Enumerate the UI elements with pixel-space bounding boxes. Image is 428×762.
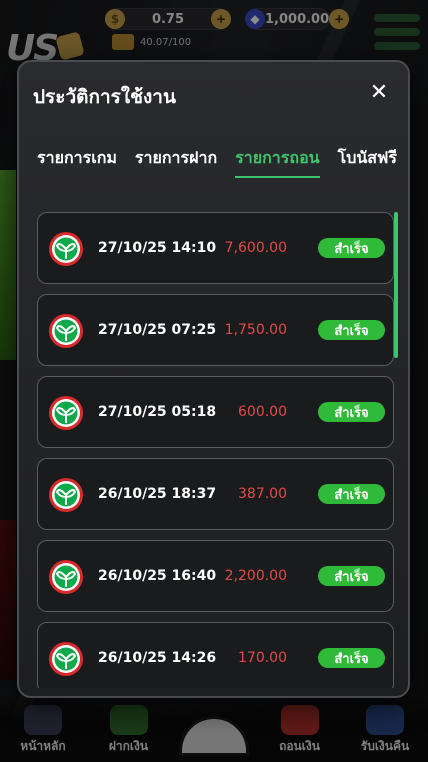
transaction-list[interactable]: 27/10/25 14:10 7,600.00 สำเร็จ 27/10/25 … xyxy=(37,212,397,688)
status-badge: สำเร็จ xyxy=(318,648,385,668)
status-badge: สำเร็จ xyxy=(318,484,385,504)
list-item[interactable]: 27/10/25 05:18 600.00 สำเร็จ xyxy=(37,376,394,448)
transaction-amount: 170.00 xyxy=(238,650,287,666)
list-scrollbar[interactable] xyxy=(394,212,398,688)
kbank-icon xyxy=(49,560,83,594)
list-item[interactable]: 26/10/25 18:37 387.00 สำเร็จ xyxy=(37,458,394,530)
transaction-amount: 387.00 xyxy=(238,486,287,502)
status-badge: สำเร็จ xyxy=(318,402,385,422)
transaction-amount: 2,200.00 xyxy=(224,568,287,584)
list-item[interactable]: 26/10/25 14:26 170.00 สำเร็จ xyxy=(37,622,394,688)
modal-title: ประวัติการใช้งาน xyxy=(33,86,176,108)
history-tabs: รายการเกม รายการฝาก รายการถอน โบนัสฟรี xyxy=(37,146,397,182)
close-icon[interactable]: ✕ xyxy=(368,82,390,104)
tab-games[interactable]: รายการเกม xyxy=(37,146,117,171)
kbank-icon xyxy=(49,314,83,348)
status-badge: สำเร็จ xyxy=(318,238,385,258)
list-item[interactable]: 27/10/25 14:10 7,600.00 สำเร็จ xyxy=(37,212,394,284)
kbank-icon xyxy=(49,232,83,266)
list-item[interactable]: 26/10/25 16:40 2,200.00 สำเร็จ xyxy=(37,540,394,612)
kbank-icon xyxy=(49,642,83,676)
transaction-amount: 7,600.00 xyxy=(224,240,287,256)
kbank-icon xyxy=(49,396,83,430)
tab-deposits[interactable]: รายการฝาก xyxy=(135,146,217,171)
transaction-amount: 600.00 xyxy=(238,404,287,420)
tab-free-bonus[interactable]: โบนัสฟรี xyxy=(338,146,397,171)
list-item[interactable]: 27/10/25 07:25 1,750.00 สำเร็จ xyxy=(37,294,394,366)
history-modal: ประวัติการใช้งาน ✕ รายการเกม รายการฝาก ร… xyxy=(17,60,410,698)
status-badge: สำเร็จ xyxy=(318,320,385,340)
transaction-amount: 1,750.00 xyxy=(224,322,287,338)
tab-withdrawals[interactable]: รายการถอน xyxy=(235,146,321,178)
scrollbar-thumb[interactable] xyxy=(394,212,398,358)
status-badge: สำเร็จ xyxy=(318,566,385,586)
kbank-icon xyxy=(49,478,83,512)
